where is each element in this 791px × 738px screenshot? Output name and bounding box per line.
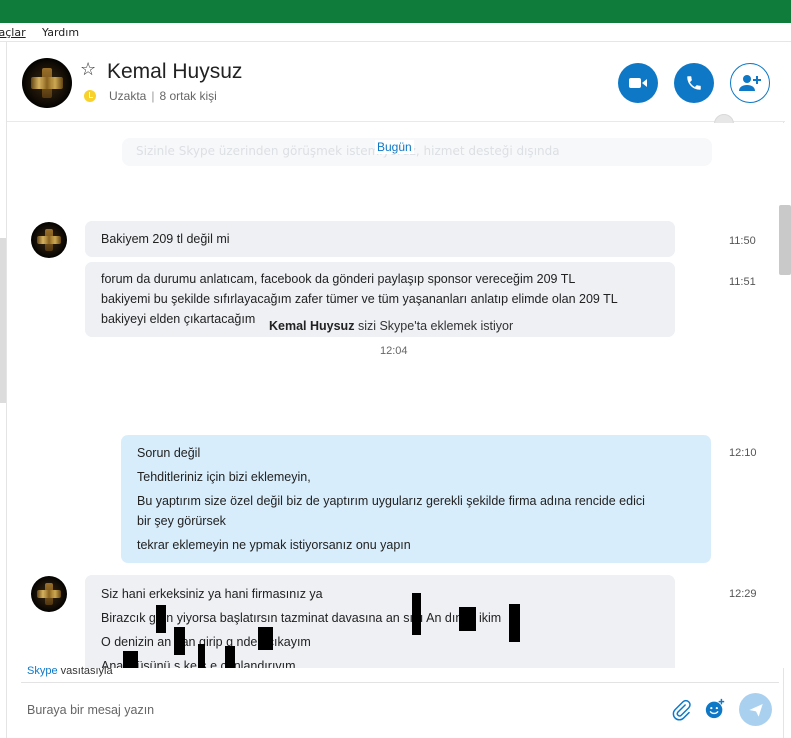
send-arrow-icon bbox=[748, 703, 763, 717]
attach-file-button[interactable] bbox=[670, 699, 692, 721]
mutual-contacts[interactable]: 8 ortak kişi bbox=[159, 89, 216, 103]
message-time: 11:50 bbox=[729, 235, 756, 247]
add-person-icon bbox=[739, 75, 761, 91]
redaction-mark bbox=[123, 651, 138, 668]
message-line: Bu yaptırım size özel değil biz de yaptı… bbox=[137, 494, 645, 508]
conversation-header: ☆ Kemal Huysuz Uzakta | 8 ortak kişi bbox=[7, 42, 785, 122]
message-line: bir şey görürsek bbox=[137, 514, 226, 528]
faded-message: Sizinle Skype üzerinden görüşmek istemiy… bbox=[122, 138, 712, 166]
message-text: Bakiyem 209 tl değil mi bbox=[101, 232, 230, 246]
message-time: 12:10 bbox=[729, 447, 757, 459]
contact-avatar[interactable] bbox=[22, 58, 72, 108]
redaction-mark bbox=[198, 644, 205, 668]
message-line: bakiyemi bu şekilde sıfırlayacağım zafer… bbox=[101, 292, 618, 306]
contact-request-notice: Kemal Huysuz sizi Skype'ta eklemek istiy… bbox=[269, 319, 513, 333]
redaction-mark bbox=[258, 627, 273, 650]
video-camera-icon bbox=[629, 78, 647, 88]
network-label: Skype vasıtasıyla bbox=[27, 665, 113, 677]
phone-icon bbox=[687, 76, 701, 90]
subtitle-separator: | bbox=[151, 89, 155, 103]
message-line: forum da durumu anlatıcam, facebook da g… bbox=[101, 272, 576, 286]
send-button[interactable] bbox=[739, 693, 772, 726]
date-separator: Bugün bbox=[375, 140, 414, 154]
incoming-message[interactable]: Bakiyem 209 tl değil mi bbox=[85, 221, 675, 257]
smiley-icon bbox=[705, 698, 725, 719]
redaction-mark bbox=[509, 604, 520, 642]
message-line: Siz hani erkeksiniz ya hani firmasınız y… bbox=[101, 587, 323, 601]
redaction-mark bbox=[459, 607, 476, 631]
redaction-mark bbox=[412, 593, 421, 635]
notice-time: 12:04 bbox=[380, 345, 408, 357]
sender-avatar[interactable] bbox=[31, 222, 67, 258]
compose-divider bbox=[21, 682, 779, 683]
redaction-mark bbox=[225, 646, 235, 668]
message-line: tekrar eklemeyin ne ypmak istiyorsanız o… bbox=[137, 538, 411, 552]
request-text: sizi Skype'ta eklemek istiyor bbox=[357, 319, 514, 333]
audio-call-button[interactable] bbox=[674, 63, 714, 103]
message-line: Tehditleriniz için bizi eklemeyin, bbox=[137, 470, 311, 484]
scrollbar-thumb[interactable] bbox=[779, 205, 791, 275]
message-line: Ana ölüsünü s ke s e canlandırıvım bbox=[101, 659, 296, 668]
side-scrollbar[interactable] bbox=[0, 238, 6, 403]
redaction-mark bbox=[174, 627, 185, 655]
paperclip-icon bbox=[672, 699, 691, 721]
menu-bar: raçlar Yardım bbox=[0, 23, 791, 42]
skype-link[interactable]: Skype bbox=[27, 665, 58, 677]
message-time: 12:29 bbox=[729, 588, 757, 600]
request-sender-name[interactable]: Kemal Huysuz bbox=[269, 319, 354, 333]
window-titlebar bbox=[0, 0, 791, 23]
menu-item-tools[interactable]: raçlar bbox=[0, 26, 26, 39]
redaction-mark bbox=[156, 605, 166, 633]
away-status-icon bbox=[84, 90, 96, 102]
message-line: Sorun değil bbox=[137, 446, 201, 460]
outgoing-message[interactable]: Sorun değil Tehditleriniz için bizi ekle… bbox=[121, 435, 711, 563]
add-people-button[interactable] bbox=[730, 63, 770, 103]
emoticon-button[interactable] bbox=[704, 698, 726, 720]
message-time: 11:51 bbox=[729, 276, 756, 288]
via-text: vasıtasıyla bbox=[60, 665, 113, 677]
conversation-window: ☆ Kemal Huysuz Uzakta | 8 ortak kişi Sizin… bbox=[6, 42, 785, 738]
video-call-button[interactable] bbox=[618, 63, 658, 103]
contact-subtitle: Uzakta | 8 ortak kişi bbox=[109, 89, 217, 103]
sender-avatar[interactable] bbox=[31, 576, 67, 612]
message-input[interactable] bbox=[27, 703, 627, 717]
favorite-star-icon[interactable]: ☆ bbox=[80, 59, 96, 80]
message-list[interactable]: Sizinle Skype üzerinden görüşmek istemiy… bbox=[7, 123, 785, 668]
contact-status: Uzakta bbox=[109, 89, 147, 103]
contact-name[interactable]: Kemal Huysuz bbox=[107, 60, 242, 84]
menu-item-help[interactable]: Yardım bbox=[42, 26, 79, 39]
